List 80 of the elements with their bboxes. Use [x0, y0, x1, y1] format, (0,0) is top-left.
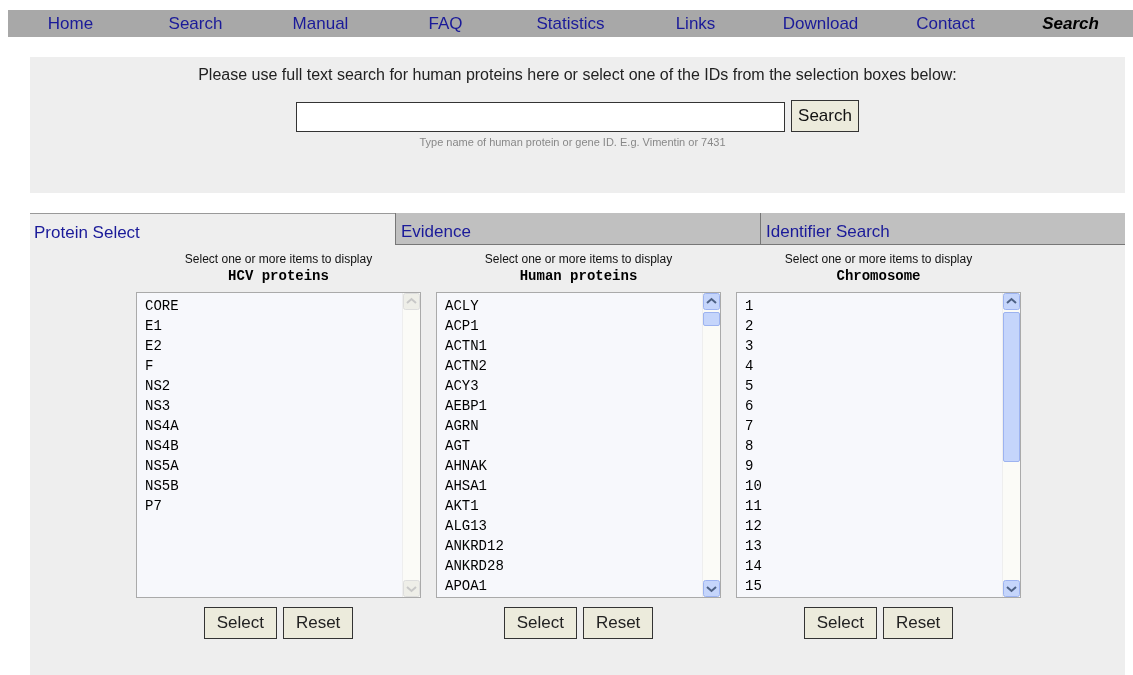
list-option[interactable]: ACTN2 — [445, 356, 487, 376]
list-title: Chromosome — [836, 267, 921, 285]
nav-link[interactable]: Contact — [883, 10, 1008, 37]
list-title: HCV proteins — [228, 267, 329, 285]
list-option[interactable]: ACTN1 — [445, 336, 487, 356]
list-option[interactable]: 5 — [745, 376, 754, 396]
scroll-up-icon[interactable] — [1003, 293, 1020, 310]
caption-text: Select one or more items to display — [484, 252, 673, 267]
list-option[interactable]: 11 — [745, 496, 762, 516]
list-option[interactable]: E1 — [145, 316, 162, 336]
list-option[interactable]: ACLY — [445, 296, 479, 316]
list-option[interactable]: AEBP1 — [445, 396, 487, 416]
list-option[interactable]: 13 — [745, 536, 762, 556]
list-option[interactable]: 2 — [745, 316, 754, 336]
list-title: Human proteins — [519, 267, 638, 285]
scroll-thumb[interactable] — [703, 312, 720, 326]
search-button[interactable]: Search — [791, 100, 859, 132]
list-option[interactable]: NS4A — [145, 416, 179, 436]
reset-button[interactable]: Reset — [882, 607, 954, 639]
list-option[interactable]: 4 — [745, 356, 754, 376]
list-option[interactable]: F — [145, 356, 154, 376]
list-option[interactable]: 6 — [745, 396, 754, 416]
list-option[interactable]: AGT — [445, 436, 471, 456]
list-option[interactable]: CORE — [145, 296, 179, 316]
select-button[interactable]: Select — [803, 607, 877, 639]
hint-text: Type name of human protein or gene ID. E.g. Vimentin or 7431 — [419, 135, 726, 150]
reset-button[interactable]: Reset — [582, 607, 654, 639]
nav-link[interactable]: FAQ — [383, 10, 508, 37]
list-option[interactable]: AHNAK — [445, 456, 487, 476]
list-option[interactable]: AGRN — [445, 416, 479, 436]
nav-link[interactable]: Download — [758, 10, 883, 37]
reset-button[interactable]: Reset — [282, 607, 354, 639]
list-option[interactable]: NS2 — [145, 376, 171, 396]
list-option[interactable]: P7 — [145, 496, 162, 516]
tab[interactable]: Identifier Search — [760, 213, 1125, 245]
nav-link[interactable]: Home — [8, 10, 133, 37]
list-option[interactable]: APOA1 — [445, 576, 487, 596]
list-option[interactable]: 14 — [745, 556, 762, 576]
list-option[interactable]: AHSA1 — [445, 476, 487, 496]
selection-list[interactable]: 1 2 3 4 5 6 7 8 9 10 11 12 13 14 15 — [736, 292, 1021, 598]
list-option[interactable]: ANKRD12 — [445, 536, 504, 556]
tab[interactable]: Protein Select — [30, 213, 395, 245]
scroll-down-icon[interactable] — [1003, 580, 1020, 597]
list-option[interactable]: 1 — [745, 296, 754, 316]
list-option[interactable]: ALG13 — [445, 516, 487, 536]
nav-link[interactable]: Search — [133, 10, 258, 37]
nav-link[interactable]: Statistics — [508, 10, 633, 37]
nav-link[interactable]: Search — [1008, 10, 1133, 37]
scroll-thumb[interactable] — [1003, 312, 1020, 462]
list-option[interactable]: 9 — [745, 456, 754, 476]
list-option[interactable]: 7 — [745, 416, 754, 436]
list-option[interactable]: NS5B — [145, 476, 179, 496]
list-option[interactable]: NS4B — [145, 436, 179, 456]
scroll-down-icon[interactable] — [703, 580, 720, 597]
scrollbar[interactable] — [702, 293, 720, 597]
list-option[interactable]: ACY3 — [445, 376, 479, 396]
list-option[interactable]: E2 — [145, 336, 162, 356]
nav-link[interactable]: Links — [633, 10, 758, 37]
instruction-text: Please use full text search for human proteins here or select one of the IDs from the selection boxes below: — [198, 65, 957, 85]
list-option[interactable]: 3 — [745, 336, 754, 356]
list-option[interactable]: 15 — [745, 576, 762, 596]
list-option[interactable]: 12 — [745, 516, 762, 536]
search-field[interactable] — [296, 102, 786, 132]
selection-list[interactable]: ACLY ACP1 ACTN1 ACTN2 ACY3 AEBP1 AGRN AGT AHNAK AHSA1 AKT1 ALG13 ANKRD12 ANKRD28 APOA1 — [436, 292, 721, 598]
caption-text: Select one or more items to display — [784, 252, 973, 267]
caption-text: Select one or more items to display — [184, 252, 373, 267]
list-option[interactable]: NS5A — [145, 456, 179, 476]
tab[interactable]: Evidence — [395, 213, 760, 245]
list-option[interactable]: 10 — [745, 476, 762, 496]
select-button[interactable]: Select — [203, 607, 277, 639]
list-option[interactable]: NS3 — [145, 396, 171, 416]
scroll-up-icon[interactable] — [703, 293, 720, 310]
selection-list[interactable]: CORE E1 E2 F NS2 NS3 NS4A NS4B NS5A NS5B P7 — [136, 292, 421, 598]
nav-link[interactable]: Manual — [258, 10, 383, 37]
select-button[interactable]: Select — [503, 607, 577, 639]
list-option[interactable]: 8 — [745, 436, 754, 456]
list-option[interactable]: ACP1 — [445, 316, 479, 336]
list-option[interactable]: ANKRD28 — [445, 556, 504, 576]
scrollbar[interactable] — [1002, 293, 1020, 597]
list-option[interactable]: AKT1 — [445, 496, 479, 516]
